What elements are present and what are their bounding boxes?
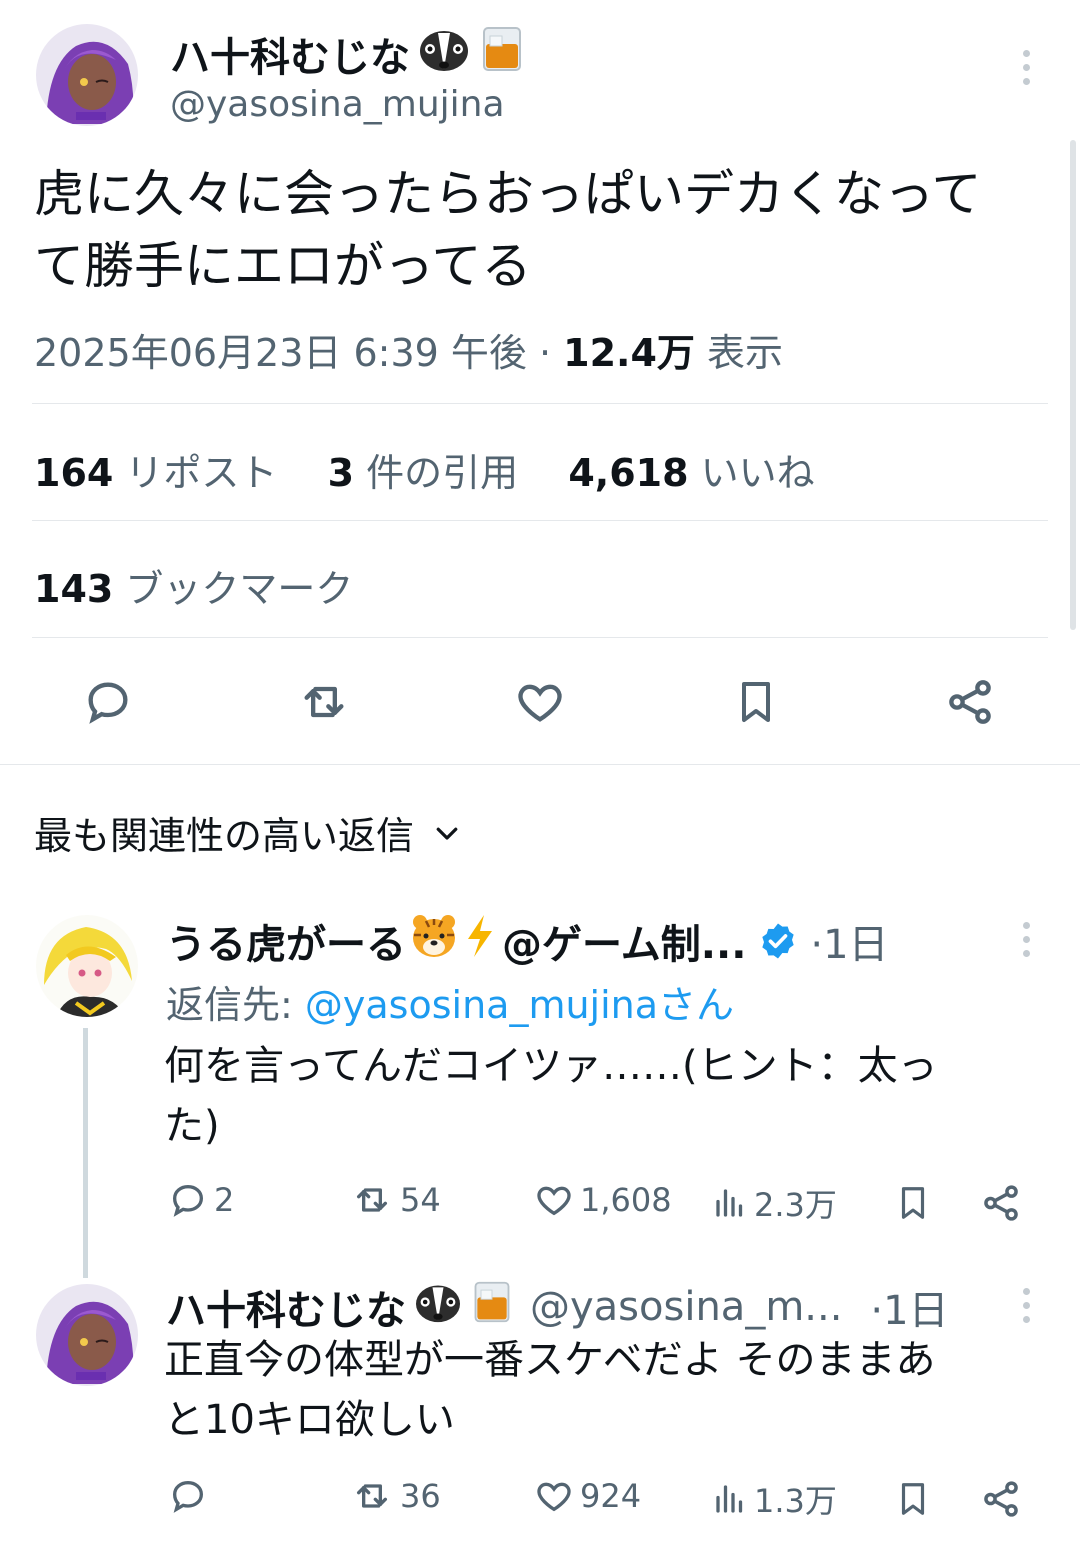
reply2-reply-button[interactable] [168,1476,214,1516]
heart-icon [537,1186,571,1216]
reply1-name-suffix[interactable]: @ゲーム制... [502,912,746,970]
reply-icon [88,682,128,724]
reply1-text-line1: 何を言ってんだコイツァ……(ヒント：太っ [164,1043,938,1089]
reply2-bookmark-button[interactable] [890,1476,936,1522]
reply1-reply-to-prefix: 返信先: [166,983,305,1027]
bookmark-button[interactable] [726,672,786,732]
repost-icon [357,1188,387,1212]
reply2-text-line1: 正直今の体型が一番スケベだよ そのままあ [164,1337,936,1383]
main-tweet-timestamp[interactable]: 2025年06月23日 6:39 午後 · [34,331,563,375]
share-icon [984,1481,1018,1517]
section-divider [0,764,1080,765]
share-icon [984,1185,1018,1221]
repost-icon [357,1484,387,1508]
lightning-emoji-icon [462,913,498,969]
share-icon [949,680,991,724]
scrollbar[interactable] [1070,140,1076,630]
reply-icon [172,1184,204,1217]
badger-emoji-icon [416,25,472,83]
bookmark-icon [901,1187,925,1219]
reply1-reply-to-handle[interactable]: @yasosina_mujinaさん [305,983,734,1027]
reply2-share-button[interactable] [978,1476,1024,1522]
reply2-text-line2: と10キロ欲しい [164,1397,455,1443]
share-button[interactable] [940,672,1000,732]
reply1-like-button[interactable]: 1,608 [534,1180,672,1220]
reply1-views-button[interactable]: 2.3万 [712,1180,837,1226]
bookmark-icon [901,1483,925,1515]
main-author-handle[interactable]: @yasosina_mujina [170,84,505,125]
repost-button[interactable] [294,672,354,732]
divider [32,403,1048,404]
divider [32,637,1048,638]
reply1-share-button[interactable] [978,1180,1024,1226]
main-author-name[interactable]: ハ十科むじな [170,25,410,83]
quotes-stat[interactable]: 3 件の引用 [328,451,519,495]
reply2-like-button[interactable]: 924 [534,1476,641,1516]
whisky-glass-emoji-icon [478,24,526,84]
views-label: 表示 [694,331,784,375]
likes-stat[interactable]: 4,618 いいね [568,451,814,495]
replies-sort-label: 最も関連性の高い返信 [34,814,415,858]
reply-button[interactable] [78,672,138,732]
verified-badge-icon [762,923,795,959]
like-button[interactable] [510,672,570,732]
reply1-reply-button[interactable]: 2 [168,1180,234,1220]
reply1-bookmark-button[interactable] [890,1180,936,1226]
reply1-avatar[interactable] [36,915,138,1017]
reply1-thread-line [83,1028,88,1278]
repost-icon [304,686,344,718]
main-author-avatar[interactable] [36,24,138,126]
more-options-icon[interactable] [1021,50,1031,85]
tiger-face-emoji-icon [410,913,458,969]
reply1-more-options-icon[interactable] [1021,922,1031,957]
reply2-author-name[interactable]: ハ十科むじな [166,1278,406,1336]
reply2-repost-button[interactable]: 36 [350,1476,441,1516]
analytics-icon [716,1485,743,1513]
reply2-author-handle[interactable]: @yasosina_m... [530,1284,842,1330]
bookmark-icon [742,682,770,722]
main-tweet-text-line1: 虎に久々に会ったらおっぱいデカくなって [34,165,982,223]
chevron-down-icon [436,827,458,840]
reply1-time[interactable]: ·1日 [810,912,888,970]
reposts-stat[interactable]: 164 リポスト [34,451,277,495]
reply2-views-button[interactable]: 1.3万 [712,1476,837,1522]
heart-icon [537,1482,571,1512]
reply1-text-line2: た) [164,1103,220,1149]
reply2-more-options-icon[interactable] [1021,1288,1031,1323]
bookmarks-stat[interactable]: 143 ブックマーク [34,558,353,613]
reply-icon [172,1480,204,1513]
divider [32,520,1048,521]
reply1-author-name[interactable]: うる虎がーる [166,912,406,970]
views-count: 12.4万 [563,331,695,375]
whisky-glass-emoji-icon [470,1279,514,1335]
reply2-time[interactable]: ·1日 [870,1278,948,1336]
replies-sort-dropdown[interactable]: 最も関連性の高い返信 [34,805,462,860]
reply2-avatar[interactable] [36,1284,138,1386]
analytics-icon [716,1189,743,1217]
main-tweet-text-line2: て勝手にエロがってる [34,237,532,295]
heart-icon [518,684,562,722]
badger-emoji-icon [412,1280,464,1334]
reply1-repost-button[interactable]: 54 [350,1180,441,1220]
